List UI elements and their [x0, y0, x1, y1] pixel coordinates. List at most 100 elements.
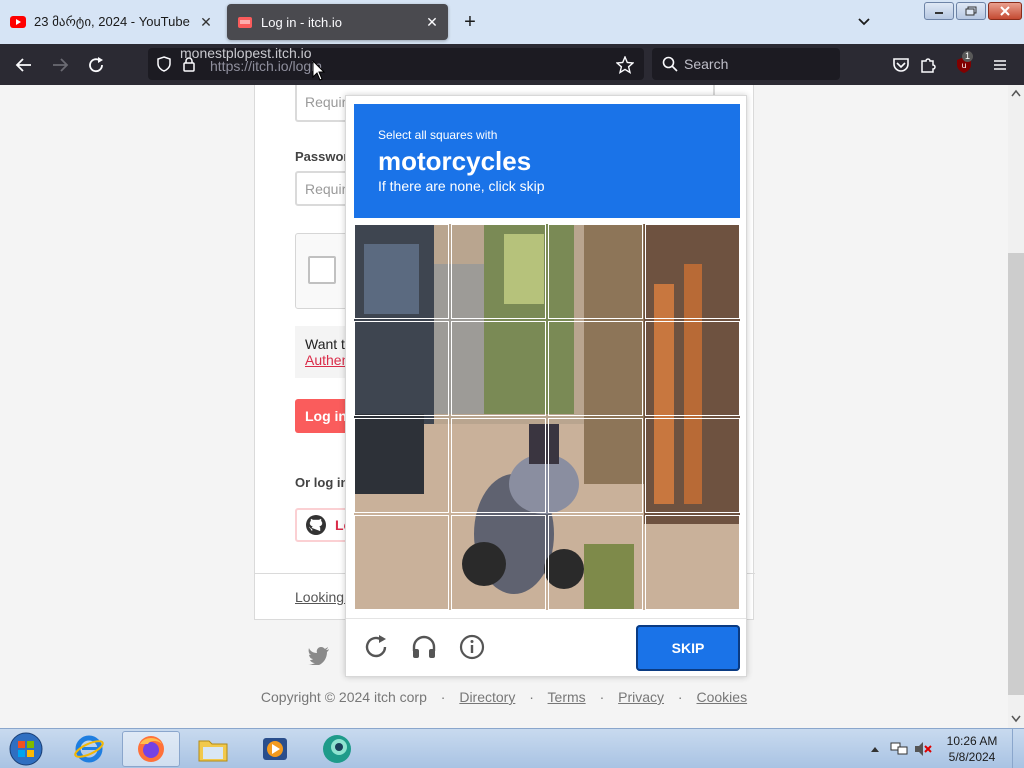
tab-close-icon[interactable]: ✕	[194, 10, 218, 34]
taskbar: 10:26 AM 5/8/2024	[0, 728, 1024, 768]
pocket-button[interactable]	[888, 52, 914, 78]
reload-button[interactable]	[83, 52, 109, 78]
captcha-tile[interactable]	[354, 515, 449, 610]
system-clock[interactable]: 10:26 AM 5/8/2024	[940, 733, 1004, 765]
site-footer: Copyright © 2024 itch corp · Directory ·…	[260, 689, 748, 705]
clock-time: 10:26 AM	[946, 734, 998, 748]
captcha-tile[interactable]	[451, 224, 546, 319]
tab-title: Log in - itch.io	[261, 14, 342, 30]
captcha-tile[interactable]	[645, 321, 740, 416]
captcha-tile[interactable]	[354, 224, 449, 319]
captcha-grid	[354, 224, 740, 610]
back-button[interactable]	[11, 52, 37, 78]
scrollbar-thumb[interactable]	[1008, 253, 1024, 695]
hamburger-menu-icon	[994, 60, 1006, 70]
captcha-footer: SKIP	[346, 618, 746, 676]
footer-link-privacy[interactable]: Privacy	[618, 689, 664, 705]
puzzle-icon	[921, 58, 936, 73]
captcha-tile[interactable]	[645, 418, 740, 513]
headphones-icon	[412, 635, 436, 658]
captcha-checkbox[interactable]	[308, 256, 336, 284]
captcha-instruction: Select all squares with	[378, 128, 498, 142]
minimize-button[interactable]	[924, 2, 954, 20]
mouse-cursor-icon	[312, 60, 326, 81]
copyright: Copyright © 2024 itch corp	[260, 689, 427, 705]
start-button[interactable]	[0, 731, 52, 767]
media-player-icon	[263, 738, 287, 760]
captcha-tile[interactable]	[451, 321, 546, 416]
captcha-tile[interactable]	[645, 515, 740, 610]
captcha-tile[interactable]	[354, 418, 449, 513]
windows-start-icon	[9, 732, 43, 766]
taskbar-media-player[interactable]	[246, 731, 304, 767]
taskbar-explorer[interactable]	[184, 731, 242, 767]
folder-icon	[198, 740, 228, 762]
menu-button[interactable]	[987, 52, 1013, 78]
captcha-audio-button[interactable]	[408, 631, 440, 663]
new-tab-button[interactable]: +	[458, 10, 482, 34]
scroll-down-icon[interactable]	[1011, 715, 1021, 723]
info-icon	[459, 634, 485, 660]
app-globe-icon	[323, 735, 351, 763]
tab-youtube[interactable]: 23 მარტი, 2024 - YouTube ✕	[0, 4, 222, 40]
github-icon	[306, 515, 326, 535]
extension-badge: 1	[962, 51, 974, 62]
tracking-shield-icon[interactable]	[156, 56, 172, 72]
arrow-right-icon	[53, 58, 69, 72]
internet-explorer-icon	[74, 735, 104, 763]
captcha-tile[interactable]	[548, 224, 643, 319]
itchio-icon	[238, 17, 252, 28]
youtube-icon	[10, 16, 26, 28]
taskbar-internet-explorer[interactable]	[60, 731, 118, 767]
forward-button[interactable]	[47, 52, 73, 78]
close-icon	[1000, 6, 1010, 16]
show-hidden-icons[interactable]	[870, 745, 880, 753]
svg-text:u: u	[961, 61, 966, 70]
tab-itch-login[interactable]: Log in - itch.io ✕	[227, 4, 448, 40]
reload-icon	[89, 57, 103, 73]
show-desktop-button[interactable]	[1012, 729, 1024, 768]
network-icon[interactable]	[890, 741, 908, 757]
volume-muted-icon[interactable]	[914, 741, 932, 757]
skip-button[interactable]: SKIP	[636, 625, 740, 671]
captcha-tile[interactable]	[451, 418, 546, 513]
list-all-tabs-button[interactable]	[852, 10, 876, 34]
window-controls	[924, 2, 1022, 20]
search-box[interactable]: Search	[652, 48, 840, 80]
restore-button[interactable]	[956, 2, 986, 20]
tab-close-icon[interactable]: ✕	[420, 10, 444, 34]
search-placeholder: Search	[684, 56, 729, 72]
search-icon	[662, 56, 678, 72]
taskbar-app[interactable]	[308, 731, 366, 767]
taskbar-firefox[interactable]	[122, 731, 180, 767]
captcha-info-button[interactable]	[456, 631, 488, 663]
captcha-tile[interactable]	[548, 418, 643, 513]
pocket-icon	[893, 58, 909, 72]
close-window-button[interactable]	[988, 2, 1022, 20]
footer-link-cookies[interactable]: Cookies	[696, 689, 747, 705]
extensions-button[interactable]	[915, 52, 941, 78]
captcha-tile[interactable]	[354, 321, 449, 416]
bookmark-star-icon[interactable]	[616, 56, 634, 74]
captcha-refresh-button[interactable]	[360, 631, 392, 663]
clock-date: 5/8/2024	[948, 750, 996, 764]
captcha-tile[interactable]	[451, 515, 546, 610]
firefox-icon	[138, 736, 164, 762]
captcha-target: motorcycles	[378, 146, 532, 176]
tab-title: 23 მარტი, 2024 - YouTube	[34, 14, 190, 29]
footer-link-terms[interactable]: Terms	[548, 689, 586, 705]
captcha-tile[interactable]	[548, 515, 643, 610]
scroll-up-icon[interactable]	[1011, 89, 1021, 97]
or-login-heading: Or log in	[295, 475, 349, 490]
captcha-prompt: Select all squares with motorcycles If t…	[354, 104, 740, 218]
looking-for-link[interactable]: Looking f	[295, 589, 352, 605]
tab-strip: 23 მარტი, 2024 - YouTube ✕ Log in - itch…	[0, 0, 1024, 44]
restore-icon	[965, 6, 977, 16]
footer-link-directory[interactable]: Directory	[459, 689, 515, 705]
chevron-down-icon	[858, 18, 870, 26]
twitter-icon[interactable]	[308, 647, 330, 665]
captcha-tile[interactable]	[548, 321, 643, 416]
captcha-tile[interactable]	[645, 224, 740, 319]
refresh-icon	[365, 635, 387, 658]
captcha-hint: If there are none, click skip	[378, 178, 545, 194]
